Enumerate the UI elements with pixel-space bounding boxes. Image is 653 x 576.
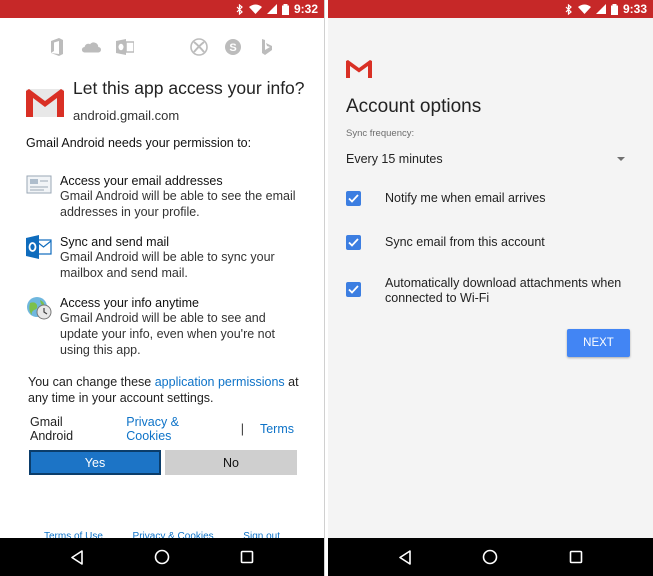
status-time: 9:32: [293, 2, 318, 16]
consent-buttons: Yes No: [29, 450, 297, 475]
bing-icon: [257, 37, 277, 57]
back-icon[interactable]: [70, 549, 84, 565]
microsoft-apps-row: S: [0, 34, 324, 60]
battery-icon: [610, 3, 618, 15]
permission-text: Access your info anytime Gmail Android w…: [60, 296, 306, 358]
left-phone-screen: 9:32 S Let this app access your info? an…: [0, 0, 325, 576]
bluetooth-icon: [236, 3, 243, 15]
sync-frequency-label: Sync frequency:: [346, 128, 415, 139]
signal-icon: [266, 4, 277, 14]
checkmark-icon: [348, 194, 359, 203]
permission-text: Access your email addresses Gmail Androi…: [60, 174, 306, 220]
dropdown-arrow-icon: [617, 157, 625, 161]
gmail-logo-icon: [346, 60, 372, 78]
option-notify[interactable]: Notify me when email arrives: [346, 191, 637, 206]
consent-title-block: Let this app access your info? android.g…: [73, 78, 305, 123]
permission-item-anytime: Access your info anytime Gmail Android w…: [26, 296, 306, 358]
app-name: Gmail Android: [30, 415, 74, 443]
link-separator: |: [240, 422, 244, 436]
bluetooth-icon: [565, 3, 572, 15]
attachments-checkbox[interactable]: [346, 282, 361, 297]
screenshot-stage: 9:32 S Let this app access your info? an…: [0, 0, 653, 576]
yes-button[interactable]: Yes: [29, 450, 161, 475]
permission-title: Access your email addresses: [60, 174, 223, 188]
option-label: Notify me when email arrives: [385, 191, 546, 205]
privacy-cookies-link[interactable]: Privacy & Cookies: [126, 415, 224, 443]
option-attachments[interactable]: Automatically download attachments when …: [346, 276, 637, 306]
signal-icon: [595, 4, 606, 14]
page-title: Account options: [346, 96, 482, 117]
checkmark-icon: [348, 285, 359, 294]
permission-text: Sync and send mail Gmail Android will be…: [60, 235, 306, 281]
consent-title: Let this app access your info?: [73, 78, 305, 98]
permission-title: Access your info anytime: [60, 296, 199, 310]
account-name: android.gmail.com: [73, 108, 180, 123]
gmail-logo-icon: [26, 89, 64, 117]
next-button[interactable]: NEXT: [567, 329, 630, 357]
navigation-bar: [0, 538, 324, 576]
sync-checkbox[interactable]: [346, 235, 361, 250]
right-phone-screen: 9:33 Account options Sync frequency: Eve…: [328, 0, 653, 576]
option-label: Sync email from this account: [385, 235, 545, 249]
no-button[interactable]: No: [165, 450, 297, 475]
xbox-icon: [189, 37, 209, 57]
wifi-icon: [248, 4, 262, 14]
email-address-icon: [26, 175, 52, 194]
checkmark-icon: [348, 238, 359, 247]
home-icon[interactable]: [154, 549, 170, 565]
onedrive-icon: [81, 37, 101, 57]
sync-frequency-value: Every 15 minutes: [346, 152, 443, 166]
application-permissions-link[interactable]: application permissions: [155, 375, 285, 389]
permission-description: Gmail Android will be able to sync your …: [60, 250, 275, 280]
app-links-row: Gmail Android Privacy & Cookies | Terms: [30, 415, 294, 443]
outlook-icon: [115, 37, 135, 57]
recents-icon[interactable]: [569, 550, 583, 564]
change-permissions-note: You can change these application permiss…: [28, 374, 304, 406]
battery-icon: [281, 3, 289, 15]
permission-item-sync: Sync and send mail Gmail Android will be…: [26, 235, 306, 281]
permission-description: Gmail Android will be able to see the em…: [60, 189, 296, 219]
microsoft-logo: [149, 34, 175, 60]
status-bar: 9:33: [328, 0, 653, 18]
status-bar: 9:32: [0, 0, 324, 18]
skype-icon: S: [223, 37, 243, 57]
permission-item-email: Access your email addresses Gmail Androi…: [26, 174, 306, 220]
home-icon[interactable]: [482, 549, 498, 565]
svg-text:S: S: [229, 42, 236, 54]
globe-clock-icon: [27, 297, 52, 320]
consent-header: Let this app access your info? android.g…: [26, 78, 314, 123]
sync-frequency-dropdown[interactable]: Every 15 minutes: [346, 150, 627, 168]
terms-link[interactable]: Terms: [260, 422, 294, 436]
office-icon: [47, 37, 67, 57]
option-sync[interactable]: Sync email from this account: [346, 235, 637, 250]
navigation-bar: [328, 538, 653, 576]
outlook-mail-icon: [26, 235, 52, 259]
option-label: Automatically download attachments when …: [385, 276, 622, 305]
change-note-before: You can change these: [28, 375, 155, 389]
permission-intro: Gmail Android needs your permission to:: [26, 136, 252, 150]
back-icon[interactable]: [398, 549, 412, 565]
permission-title: Sync and send mail: [60, 235, 170, 249]
recents-icon[interactable]: [240, 550, 254, 564]
status-time: 9:33: [622, 2, 647, 16]
permission-description: Gmail Android will be able to see and up…: [60, 311, 276, 357]
wifi-icon: [577, 4, 591, 14]
notify-checkbox[interactable]: [346, 191, 361, 206]
